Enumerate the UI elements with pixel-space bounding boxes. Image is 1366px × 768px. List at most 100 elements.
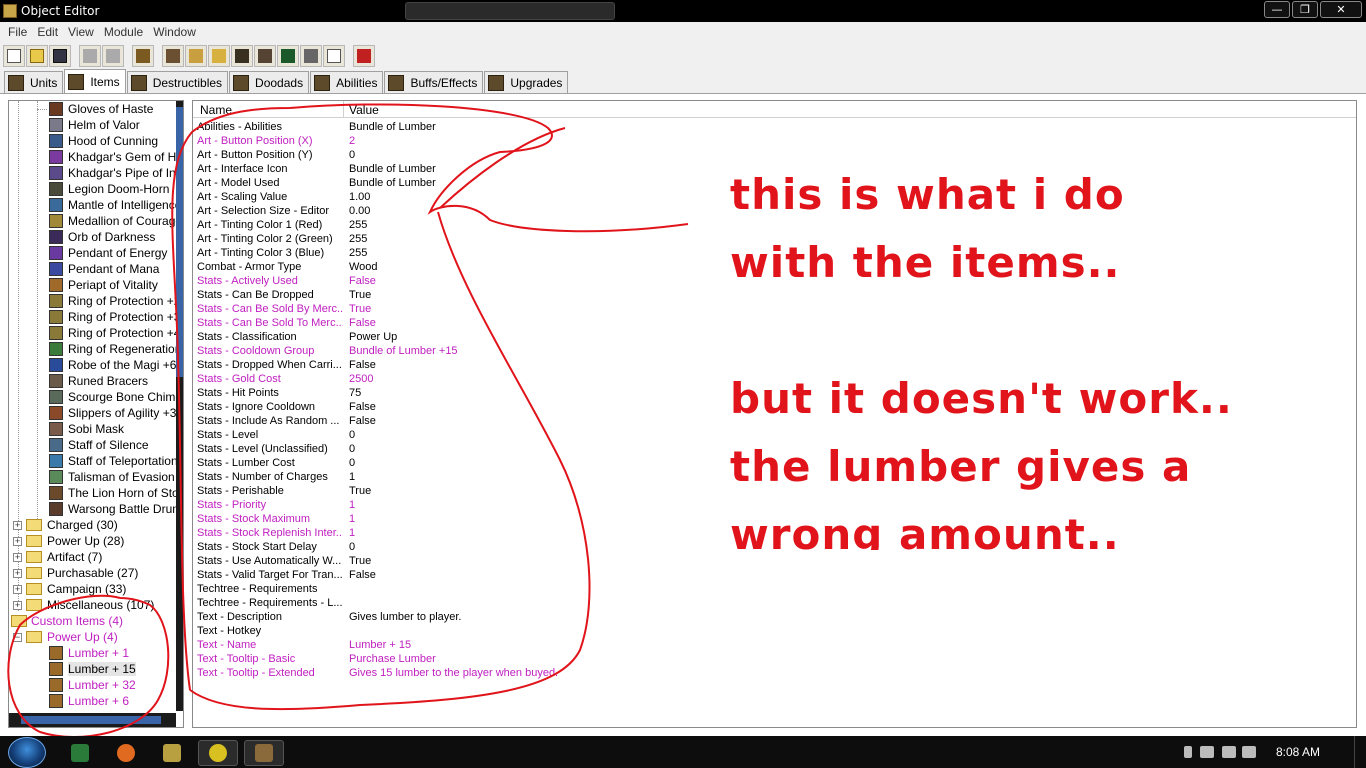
taskbar-explorer[interactable]	[60, 740, 100, 766]
property-value[interactable]: 2500	[349, 373, 373, 385]
clock[interactable]: 8:08 AM	[1276, 745, 1320, 759]
menu-edit[interactable]: Edit	[32, 25, 63, 39]
tree-item[interactable]: Staff of Teleportation	[33, 453, 178, 469]
property-value[interactable]: 255	[349, 219, 367, 231]
maximize-button[interactable]: ❐	[1292, 1, 1318, 18]
tree-custom-item[interactable]: Lumber + 6	[49, 693, 129, 709]
property-row[interactable]: Art - Tinting Color 1 (Red) 255	[193, 219, 1356, 233]
tree-item[interactable]: Mantle of Intelligence	[33, 197, 181, 213]
test-map-button[interactable]	[323, 45, 345, 67]
test-run-button[interactable]	[353, 45, 375, 67]
object-editor-button[interactable]	[231, 45, 253, 67]
property-row[interactable]: Stats - Classification Power Up	[193, 331, 1356, 345]
show-hidden-icons-icon[interactable]	[1184, 746, 1192, 758]
property-row[interactable]: Stats - Can Be Sold To Merc... False	[193, 317, 1356, 331]
property-row[interactable]: Stats - Can Be Dropped True	[193, 289, 1356, 303]
property-row[interactable]: Text - Tooltip - Extended Gives 15 lumber…	[193, 667, 1356, 681]
property-value[interactable]: 1	[349, 499, 355, 511]
object-tree[interactable]: Gloves of Haste Helm of Valor Hood of Cu…	[8, 100, 184, 728]
tree-item[interactable]: Gloves of Haste	[33, 101, 153, 117]
open-button[interactable]	[26, 45, 48, 67]
property-value[interactable]: False	[349, 401, 376, 413]
tree-custom-item-selected[interactable]: Lumber + 15	[49, 661, 136, 677]
property-value[interactable]: True	[349, 555, 371, 567]
tree-item[interactable]: Pendant of Energy	[33, 245, 167, 261]
property-row[interactable]: Abilities - Abilities Bundle of Lumber	[193, 121, 1356, 135]
property-value[interactable]: Bundle of Lumber +15	[349, 345, 458, 357]
import-manager-button[interactable]	[300, 45, 322, 67]
volume-icon[interactable]	[1222, 746, 1236, 758]
tab-abilities[interactable]: Abilities	[310, 71, 384, 93]
property-value[interactable]: False	[349, 317, 376, 329]
property-row[interactable]: Techtree - Requirements	[193, 583, 1356, 597]
tree-item[interactable]: Scourge Bone Chime	[33, 389, 182, 405]
menu-view[interactable]: View	[63, 25, 99, 39]
property-value[interactable]: Wood	[349, 261, 378, 273]
property-value[interactable]: Power Up	[349, 331, 397, 343]
property-value[interactable]: True	[349, 289, 371, 301]
property-value[interactable]: 0.00	[349, 205, 370, 217]
expand-icon[interactable]: +	[13, 536, 22, 546]
tree-custom-item[interactable]: Lumber + 32	[49, 677, 136, 693]
tree-item[interactable]: Slippers of Agility +3	[33, 405, 176, 421]
taskbar-warcraft[interactable]	[152, 740, 192, 766]
menu-module[interactable]: Module	[99, 25, 148, 39]
property-row[interactable]: Text - Name Lumber + 15	[193, 639, 1356, 653]
tree-item[interactable]: Ring of Protection +2	[33, 293, 180, 309]
tree-item[interactable]: Pendant of Mana	[33, 261, 159, 277]
tab-upgrades[interactable]: Upgrades	[484, 71, 569, 93]
terrain-editor-button[interactable]	[132, 45, 154, 67]
tree-item[interactable]: Runed Bracers	[33, 373, 148, 389]
action-center-icon[interactable]	[1242, 746, 1256, 758]
property-value[interactable]: 0	[349, 541, 355, 553]
property-value[interactable]: Lumber + 15	[349, 639, 411, 651]
property-value[interactable]: False	[349, 569, 376, 581]
property-row[interactable]: Stats - Use Automatically W... True	[193, 555, 1356, 569]
property-value[interactable]: True	[349, 485, 371, 497]
expand-icon[interactable]: +	[13, 520, 22, 530]
property-row[interactable]: Stats - Dropped When Carri... False	[193, 359, 1356, 373]
property-value[interactable]: False	[349, 275, 376, 287]
property-value[interactable]: 1	[349, 513, 355, 525]
tree-item[interactable]: Robe of the Magi +6	[33, 357, 176, 373]
property-value[interactable]: 1	[349, 471, 355, 483]
save-button[interactable]	[49, 45, 71, 67]
tree-item[interactable]: Warsong Battle Drum	[33, 501, 182, 517]
sound-editor-button[interactable]	[185, 45, 207, 67]
property-value[interactable]: Bundle of Lumber	[349, 163, 436, 175]
tree-item[interactable]: Legion Doom-Horn	[33, 181, 169, 197]
background-browser-tab[interactable]	[405, 2, 615, 20]
tab-destructibles[interactable]: Destructibles	[126, 71, 229, 93]
tree-item[interactable]: Ring of Protection +4	[33, 325, 180, 341]
scrollbar-thumb[interactable]	[176, 107, 183, 377]
tree-category-campaign[interactable]: + Campaign (33)	[13, 581, 126, 597]
property-value[interactable]: Purchase Lumber	[349, 653, 436, 665]
property-row[interactable]: Stats - Level 0	[193, 429, 1356, 443]
property-value[interactable]: 0	[349, 457, 355, 469]
tree-item[interactable]: Orb of Darkness	[33, 229, 155, 245]
tab-doodads[interactable]: Doodads	[229, 71, 310, 93]
menu-file[interactable]: File	[3, 25, 32, 39]
property-row[interactable]: Art - Button Position (Y) 0	[193, 149, 1356, 163]
tree-category-charged[interactable]: + Charged (30)	[13, 517, 118, 533]
tree-custom-item[interactable]: Lumber + 1	[49, 645, 129, 661]
property-row[interactable]: Techtree - Requirements - L...	[193, 597, 1356, 611]
tree-item[interactable]: Ring of Protection +3	[33, 309, 180, 325]
tree-item[interactable]: Periapt of Vitality	[33, 277, 158, 293]
menu-window[interactable]: Window	[148, 25, 201, 39]
new-button[interactable]	[3, 45, 25, 67]
expand-icon[interactable]: +	[13, 552, 22, 562]
tree-category-miscellaneous[interactable]: + Miscellaneous (107)	[13, 597, 154, 613]
tree-item[interactable]: Hood of Cunning	[33, 133, 158, 149]
paste-button[interactable]	[102, 45, 124, 67]
tree-item[interactable]: The Lion Horn of Sto	[33, 485, 179, 501]
tree-custom-items-root[interactable]: Custom Items (4)	[11, 613, 123, 629]
property-row[interactable]: Stats - Cooldown Group Bundle of Lumber +…	[193, 345, 1356, 359]
tab-buffs-effects[interactable]: Buffs/Effects	[384, 71, 484, 93]
close-button[interactable]: ✕	[1320, 1, 1362, 18]
tree-horizontal-scrollbar[interactable]	[9, 713, 176, 727]
property-value[interactable]: True	[349, 303, 371, 315]
show-desktop-button[interactable]	[1354, 736, 1366, 768]
column-name-header[interactable]: Name	[200, 103, 232, 117]
tree-item[interactable]: Medallion of Courage	[33, 213, 182, 229]
